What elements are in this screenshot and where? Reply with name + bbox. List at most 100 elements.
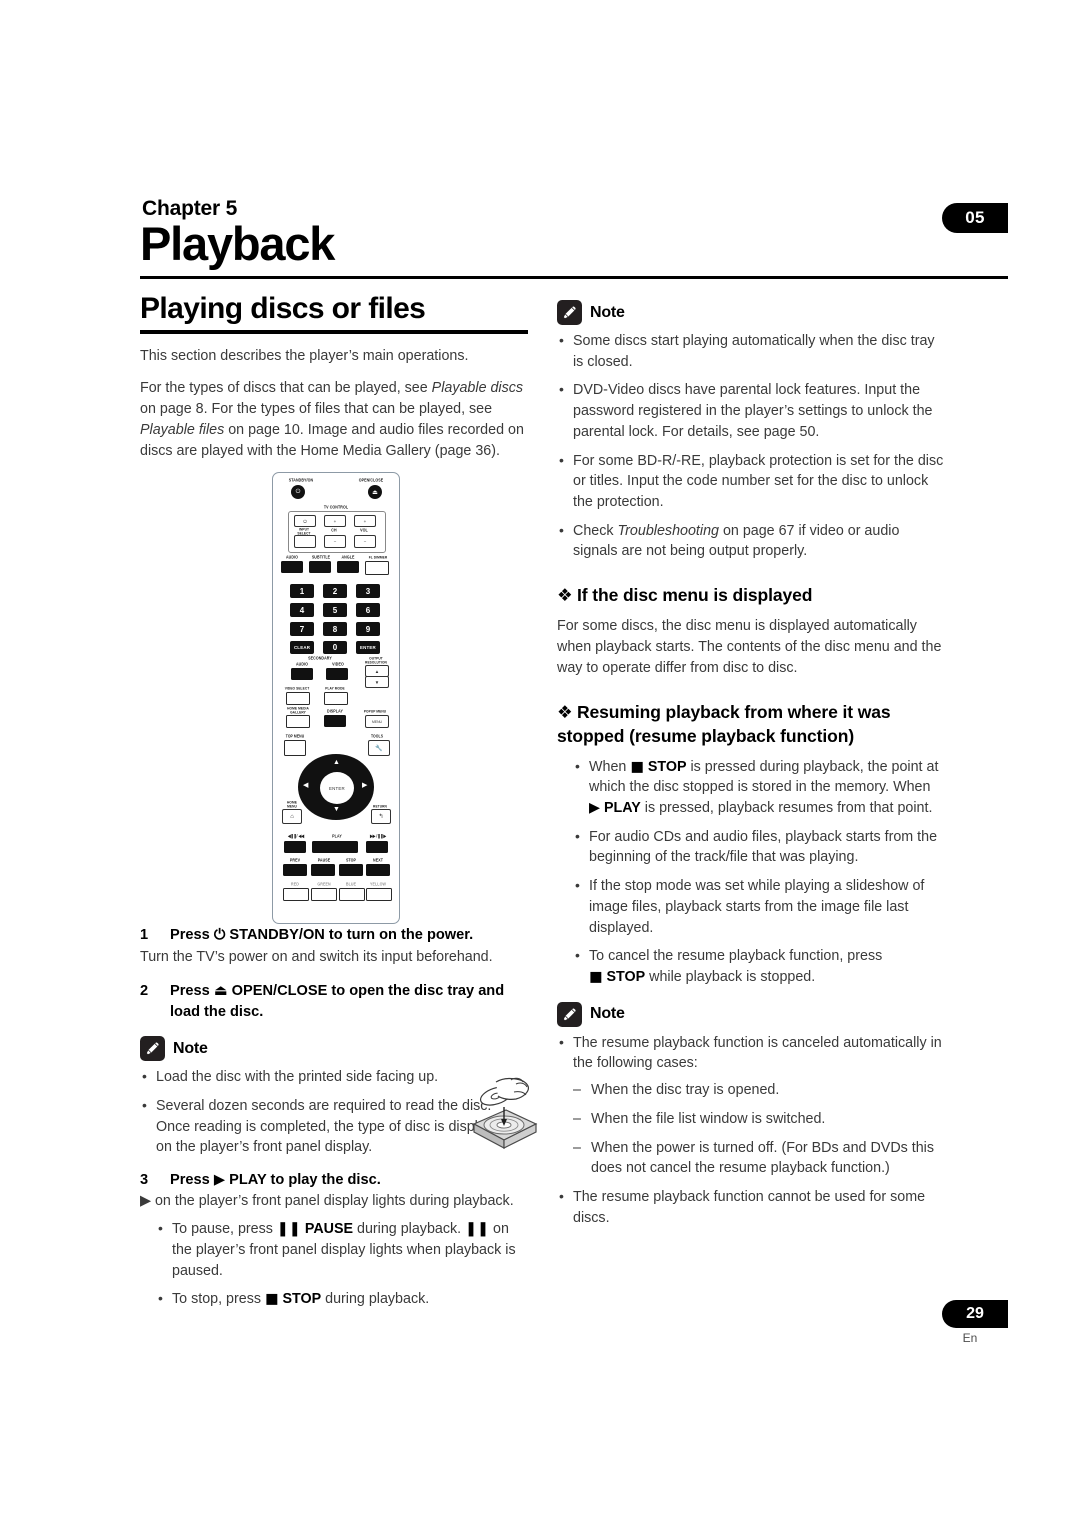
remote-label-resolution: RESOLUTION [365, 659, 387, 665]
remote-home-menu-button: ⌂ [282, 809, 302, 824]
power-icon: ⏻ [213, 926, 226, 944]
pause-bullet-c: during playback. [353, 1221, 466, 1238]
stop-icon: ■ [630, 758, 644, 775]
remote-label-tools: TOOLS [370, 733, 384, 739]
document-page: Chapter 5 Playback 05 29 En Playing disc… [0, 0, 1080, 1527]
remote-label-secondary-audio: AUDIO [295, 661, 309, 667]
remote-label-play-mode: PLAY MODE [325, 685, 345, 691]
note-header-right-2: Note [557, 1001, 945, 1027]
remote-standby-button: ⏻ [291, 485, 305, 499]
stop-bullet-c: during playback. [321, 1291, 430, 1308]
remote-control-illustration: STANDBY/ON ⏻ OPEN/CLOSE ⏏ TV CONTROL ⏻ I… [272, 472, 400, 924]
note-label-right-1: Note [590, 303, 625, 321]
note2-dash-list: When the disc tray is opened. When the f… [557, 1080, 945, 1179]
pencil-note-icon [557, 1001, 582, 1027]
pause-bullet-a: To pause, press [172, 1221, 277, 1238]
remote-display-button [324, 715, 346, 727]
step-3-post: PLAY to play the disc. [225, 1171, 381, 1188]
remote-label-vol: VOL [360, 527, 368, 533]
eject-icon: ⏏ [213, 982, 228, 1000]
remote-audio-button [281, 561, 303, 573]
remote-label-prev: PREV [289, 857, 301, 863]
remote-yellow-button [366, 888, 392, 901]
remote-label-standby-on: STANDBY/ON [288, 477, 314, 483]
list-item: To cancel the resume playback function, … [573, 945, 945, 987]
stop-label: STOP [278, 1291, 322, 1308]
step-2-title: 2 Press ⏏ OPEN/CLOSE to open the disc tra… [140, 981, 528, 1022]
cancel-c: while playback is stopped. [645, 968, 816, 985]
remote-label-pause: PAUSE [317, 857, 331, 863]
language-code: En [962, 1331, 978, 1345]
remote-label-video-select: VIDEO SELECT [284, 685, 310, 691]
remote-scan-reverse-button [284, 841, 306, 853]
step-3-pre: Press [170, 1171, 214, 1188]
remote-key-6: 6 [356, 603, 380, 617]
step-1-title: 1 Press ⏻ STANDBY/ON to turn on the power… [140, 925, 528, 945]
remote-enter-center-button: ENTER [319, 771, 355, 805]
remote-stop-button [339, 864, 363, 876]
list-item: When ■ STOP is pressed during playback, … [573, 756, 945, 819]
diamond-bullet-icon: ❖ [557, 586, 573, 607]
cancel-a: To cancel the resume playback function, … [589, 948, 883, 965]
remote-red-button [283, 888, 309, 901]
list-item: The resume playback function cannot be u… [557, 1186, 945, 1228]
remote-vol-down-button: − [354, 535, 376, 548]
subheading-resume-label: Resuming playback from where it was stop… [557, 702, 891, 747]
list-item: To stop, press ■ STOP during playback. [156, 1288, 528, 1310]
step-1-post: STANDBY/ON to turn on the power. [225, 927, 474, 944]
list-item: For audio CDs and audio files, playback … [573, 826, 945, 868]
remote-play-mode-button [324, 692, 348, 705]
note-list-right-2: The resume playback function is canceled… [557, 1032, 945, 1074]
remote-key-0: 0 [323, 641, 347, 654]
play-label: PLAY [600, 799, 641, 816]
stop-icon: ■ [264, 1291, 279, 1308]
disc-menu-paragraph: For some discs, the disc menu is display… [557, 618, 942, 677]
header-divider [140, 276, 1008, 279]
remote-home-media-gallery-button [286, 715, 310, 728]
remote-popup-menu-button: MENU [365, 715, 389, 728]
pause-icon: ❚❚ [276, 1221, 301, 1238]
dpad-left-arrow-icon: ◀ [303, 782, 309, 789]
remote-label-red: RED [291, 881, 299, 887]
troubleshoot-italic: Troubleshooting [617, 522, 719, 539]
step-3-title: 3 Press ▶ PLAY to play the disc. [140, 1170, 528, 1190]
remote-input-select-button [294, 535, 316, 548]
remote-label-gallery: GALLERY [290, 709, 306, 715]
remote-label-next: NEXT [373, 857, 383, 863]
intro2-italic-playable-files: Playable files [140, 422, 225, 439]
page-title: Playback [140, 217, 335, 270]
remote-label-display: DISPLAY [327, 708, 343, 714]
list-item: Some discs start playing automatically w… [557, 330, 945, 372]
note-header-right-1: Note [557, 300, 945, 325]
list-item: When the power is turned off. (For BDs a… [573, 1138, 945, 1179]
subheading-resume: ❖ Resuming playback from where it was sto… [557, 701, 945, 748]
remote-label-popup-menu: POPUP MENU [363, 708, 387, 714]
resume-a: When [589, 758, 631, 775]
remote-label-yellow: YELLOW [370, 881, 386, 887]
remote-key-3: 3 [356, 584, 380, 598]
step-1-pre: Press [170, 927, 214, 944]
section-heading: Playing discs or files [140, 292, 426, 325]
remote-label-angle: ANGLE [341, 554, 355, 560]
remote-label-scan-rev: ◀❚❚/ ◀◀ [287, 833, 305, 839]
remote-ch-down-button: − [324, 535, 346, 548]
list-item: For some BD-R/-RE, playback protection i… [557, 450, 945, 513]
remote-key-1: 1 [290, 584, 314, 598]
resume-bullet-list: When ■ STOP is pressed during playback, … [557, 756, 945, 988]
step-2-pre: Press [170, 983, 214, 1000]
pencil-note-icon [557, 300, 582, 325]
remote-key-9: 9 [356, 622, 380, 636]
remote-label-ch: CH [331, 527, 337, 533]
list-item: If the stop mode was set while playing a… [573, 875, 945, 938]
list-item: Check Troubleshooting on page 67 if vide… [557, 520, 945, 562]
remote-enter-button: ENTER [356, 641, 380, 654]
remote-label-secondary: SECONDARY [308, 655, 332, 661]
intro2-c: on page 8. For the types of files that c… [140, 401, 493, 418]
note-list-right-1: Some discs start playing automatically w… [557, 330, 945, 562]
pencil-note-icon [140, 1036, 165, 1062]
remote-label-stop: STOP [345, 857, 357, 863]
section-heading-rule [140, 330, 528, 334]
remote-ch-up-button: + [324, 515, 346, 527]
disc-loading-illustration [466, 1072, 542, 1158]
remote-label-scan-fwd: ▶▶ /❚❚▶ [369, 833, 387, 839]
